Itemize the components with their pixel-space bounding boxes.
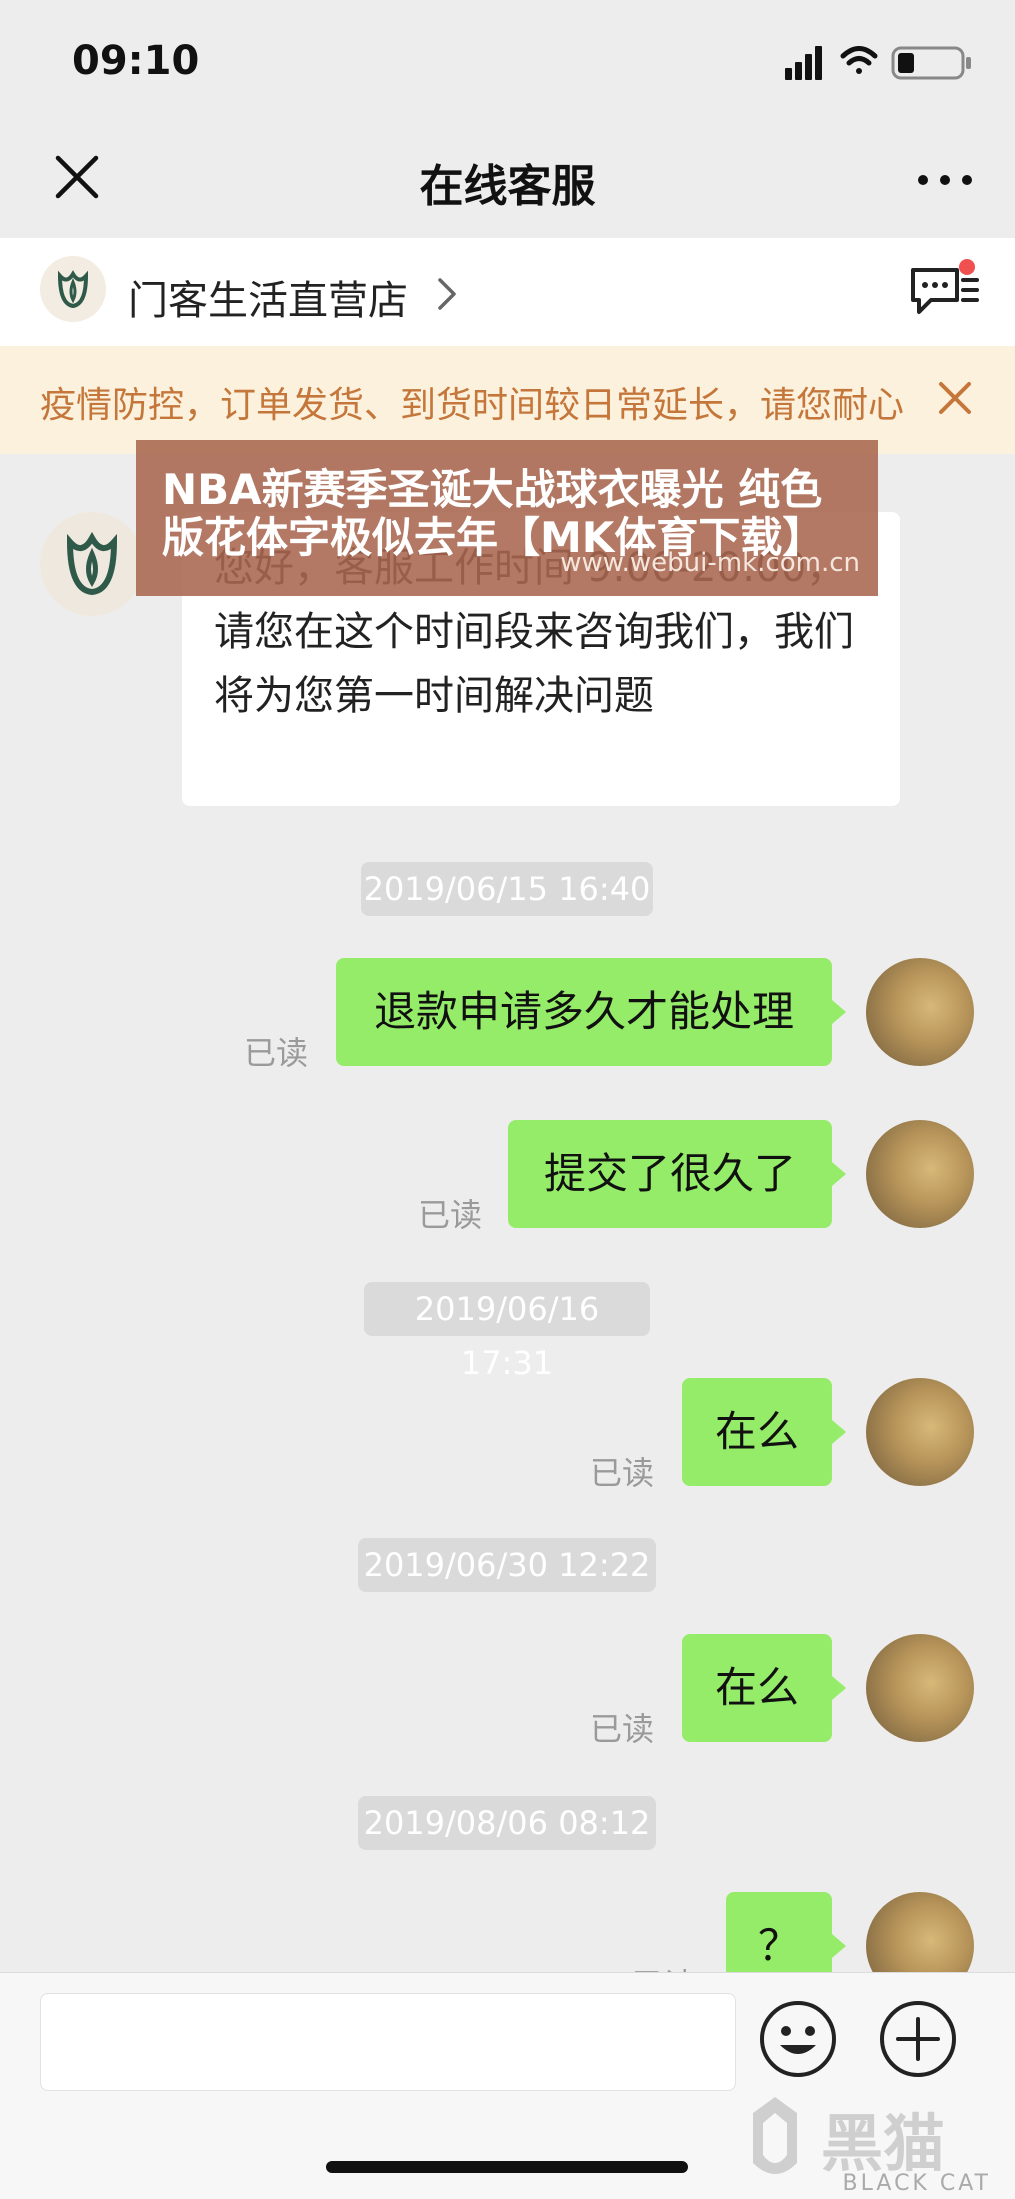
user-avatar[interactable] <box>866 1120 974 1228</box>
notice-text: 疫情防控，订单发货、到货时间较日常延长，请您耐心 <box>40 385 905 426</box>
timestamp: 2019/08/06 08:12 <box>358 1796 656 1850</box>
message-bubble[interactable]: 在么 <box>682 1634 832 1742</box>
store-name[interactable]: 门客生活直营店 <box>128 268 408 326</box>
emoji-icon[interactable] <box>758 1999 838 2079</box>
status-icons <box>785 46 971 80</box>
plus-icon[interactable] <box>878 1999 958 2079</box>
blackcat-logo-text: BLACK CAT <box>842 2171 991 2196</box>
status-time: 09:10 <box>72 38 200 84</box>
more-icon[interactable] <box>915 165 975 195</box>
chevron-right-icon <box>438 278 456 310</box>
message-bubble[interactable]: 退款申请多久才能处理 <box>336 958 832 1066</box>
message-input[interactable] <box>40 1993 736 2091</box>
timestamp: 2019/06/30 12:22 <box>358 1538 656 1592</box>
home-indicator[interactable] <box>326 2161 688 2173</box>
read-status: 已读 <box>590 1454 655 1492</box>
timestamp: 2019/06/16 17:31 <box>364 1282 650 1382</box>
notice-close-icon[interactable] <box>935 378 975 418</box>
bubble-tail <box>832 1676 846 1700</box>
store-bar[interactable]: 门客生活直营店 <box>0 238 1015 346</box>
timestamp: 2019/06/15 16:40 <box>361 862 653 916</box>
read-status: 已读 <box>244 1034 309 1072</box>
bubble-tail <box>832 1000 846 1024</box>
message-bubble[interactable]: 在么 <box>682 1378 832 1486</box>
service-logo-icon <box>66 531 118 596</box>
user-avatar[interactable] <box>866 1634 974 1742</box>
read-status: 已读 <box>590 1710 655 1748</box>
bubble-tail <box>832 1934 846 1958</box>
read-status: 已读 <box>418 1196 483 1234</box>
svg-text:黑猫: 黑猫 <box>821 2107 945 2180</box>
chat-list-icon[interactable] <box>907 258 979 322</box>
watermark-banner: NBA新赛季圣诞大战球衣曝光 纯色 版花体字极似去年【MK体育下载】 www.w… <box>136 440 878 596</box>
signal-icon <box>785 46 822 80</box>
bubble-tail <box>832 1162 846 1186</box>
input-bar: 黑猫 BLACK CAT <box>0 1972 1015 2199</box>
bubble-tail <box>832 1420 846 1444</box>
user-avatar[interactable] <box>866 958 974 1066</box>
wifi-icon <box>840 46 878 74</box>
battery-icon <box>891 46 971 80</box>
notice-bar: 疫情防控，订单发货、到货时间较日常延长，请您耐心 <box>0 346 1015 454</box>
watermark-url: www.webui-mk.com.cn <box>560 548 860 578</box>
page-title: 在线客服 <box>419 161 596 212</box>
user-avatar[interactable] <box>866 1378 974 1486</box>
store-logo-icon <box>40 256 106 322</box>
message-bubble[interactable]: 提交了很久了 <box>508 1120 832 1228</box>
service-avatar <box>40 512 144 616</box>
